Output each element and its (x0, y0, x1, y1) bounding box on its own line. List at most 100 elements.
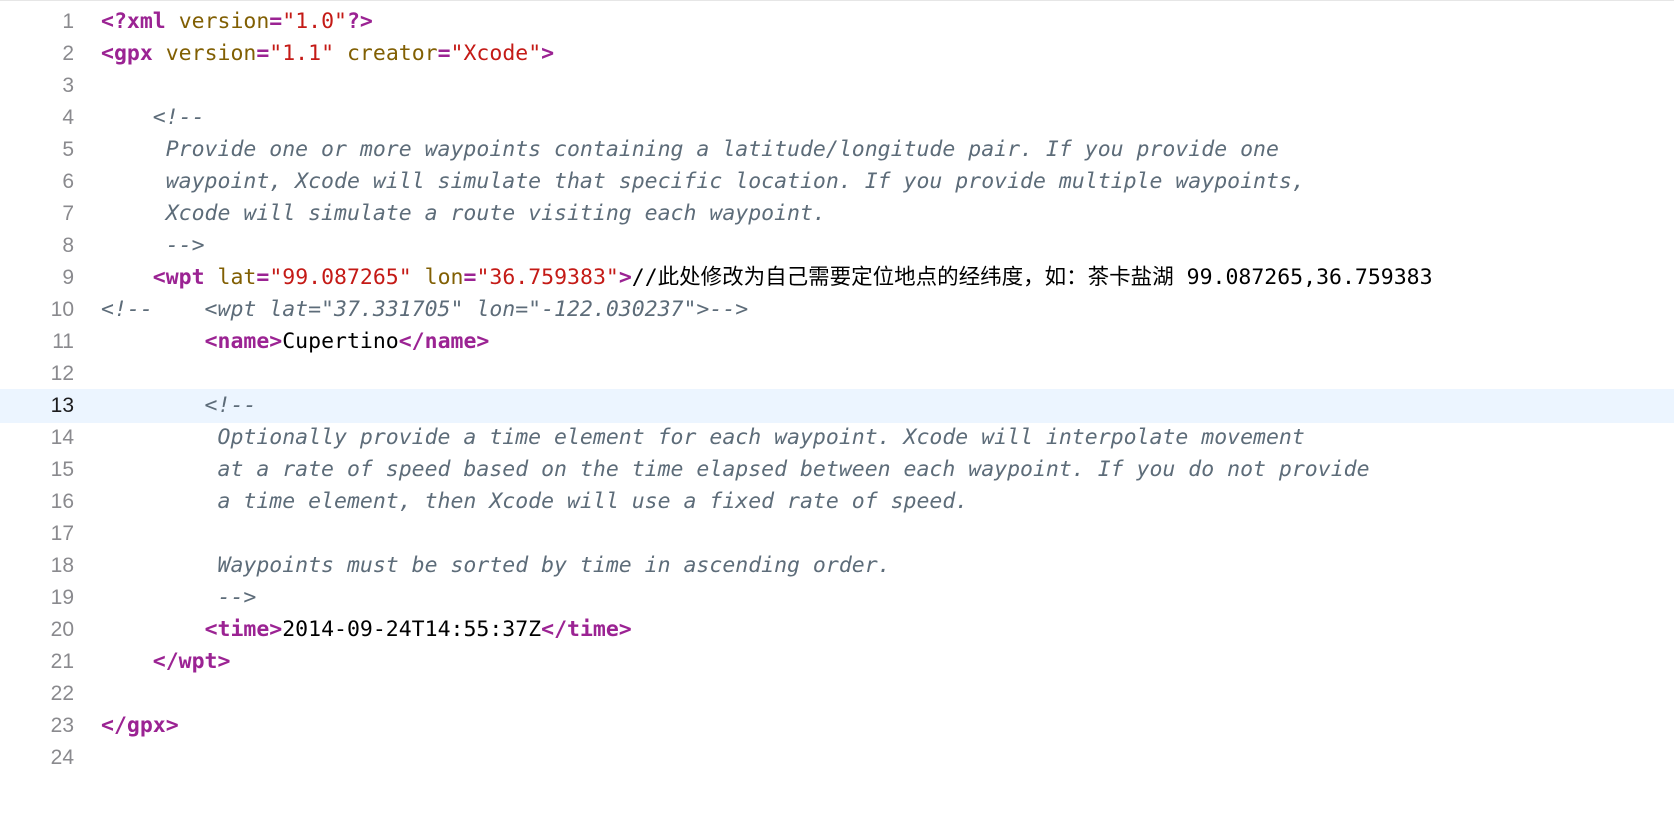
token-tag: ?> (346, 9, 373, 34)
code-text: --> (101, 581, 256, 615)
code-text: <name>Cupertino</name> (101, 325, 490, 359)
code-line[interactable]: 21 </wpt> (0, 645, 1674, 679)
code-line[interactable]: 4 <!-- (0, 101, 1674, 135)
token-tag: </name> (398, 329, 490, 354)
token-attr: version (178, 9, 270, 34)
code-text: Optionally provide a time element for ea… (101, 421, 1305, 455)
line-number: 16 (50, 490, 74, 513)
line-number: 9 (62, 266, 74, 289)
line-number: 14 (50, 426, 74, 449)
current-code-line[interactable]: 13 <!-- (0, 389, 1674, 423)
token-tag: </wpt> (152, 649, 231, 674)
token-str: "1.1" (269, 41, 335, 66)
line-number: 17 (50, 522, 74, 545)
code-text: <!-- <wpt lat="37.331705" lon="-122.0302… (101, 293, 748, 327)
token-cmt: a time element, then Xcode will use a fi… (101, 489, 969, 514)
token-cmt: --> (101, 233, 205, 258)
token-attr: lat (217, 265, 257, 290)
token-cmt: --> (101, 585, 257, 610)
code-line[interactable]: 23 </gpx> (0, 709, 1674, 743)
line-number: 11 (52, 330, 74, 353)
token-cmt: Xcode will simulate a route visiting eac… (101, 201, 826, 226)
line-number: 6 (62, 170, 74, 193)
token-tag: <?xml (101, 9, 166, 34)
code-line[interactable]: 3 (0, 69, 1674, 103)
code-line[interactable]: 15 at a rate of speed based on the time … (0, 453, 1674, 487)
code-text: </gpx> (101, 709, 179, 743)
code-line[interactable]: 20 <time>2014-09-24T14:55:37Z</time> (0, 613, 1674, 647)
token-cmt: Provide one or more waypoints containing… (101, 137, 1279, 162)
code-text: at a rate of speed based on the time ela… (101, 453, 1370, 487)
line-number: 5 (62, 138, 74, 161)
token-attr: lon (424, 265, 464, 290)
code-line[interactable]: 5 Provide one or more waypoints containi… (0, 133, 1674, 167)
line-number: 4 (62, 106, 74, 129)
token-cmt: waypoint, Xcode will simulate that speci… (101, 169, 1305, 194)
line-number: 2 (62, 42, 74, 65)
code-line[interactable]: 11 <name>Cupertino</name> (0, 325, 1674, 359)
token-cmt: <!-- <wpt lat="37.331705" lon="-122.0302… (101, 297, 749, 322)
code-text: --> (101, 229, 205, 263)
token-tag: > (618, 265, 632, 290)
line-number: 12 (50, 362, 74, 385)
code-line[interactable]: 16 a time element, then Xcode will use a… (0, 485, 1674, 519)
token-str: "99.087265" (269, 265, 412, 290)
token-cmt: Waypoints must be sorted by time in asce… (101, 553, 891, 578)
code-text: <time>2014-09-24T14:55:37Z</time> (101, 613, 632, 647)
line-number: 22 (50, 682, 74, 705)
code-line[interactable]: 10 <!-- <wpt lat="37.331705" lon="-122.03… (0, 293, 1674, 327)
code-line[interactable]: 2 <gpx version="1.1" creator="Xcode"> (0, 37, 1674, 71)
line-number: 8 (62, 234, 74, 257)
token-tag: > (541, 41, 555, 66)
code-line[interactable]: 7 Xcode will simulate a route visiting e… (0, 197, 1674, 231)
line-number: 18 (50, 554, 74, 577)
code-line[interactable]: 19 --> (0, 581, 1674, 615)
code-line[interactable]: 8 --> (0, 229, 1674, 263)
code-text: Xcode will simulate a route visiting eac… (101, 197, 826, 231)
token-cmt: <!-- (101, 393, 257, 418)
token-tag: = (437, 41, 451, 66)
line-number: 20 (50, 618, 74, 641)
line-number: 24 (50, 746, 74, 769)
code-line[interactable]: 6 waypoint, Xcode will simulate that spe… (0, 165, 1674, 199)
code-text: </wpt> (101, 645, 231, 679)
token-tag: <time> (204, 617, 283, 642)
token-str: "1.0" (282, 9, 347, 34)
code-line[interactable]: 14 Optionally provide a time element for… (0, 421, 1674, 455)
code-line[interactable]: 17 (0, 517, 1674, 551)
token-str: "36.759383" (476, 265, 619, 290)
code-text: <wpt lat="99.087265" lon="36.759383">//此… (101, 261, 1433, 295)
token-tag: = (269, 9, 283, 34)
code-line[interactable]: 12 (0, 357, 1674, 391)
code-line[interactable]: 22 (0, 677, 1674, 711)
token-cmt: <!-- (101, 105, 205, 130)
token-tag: = (256, 41, 270, 66)
line-number: 19 (50, 586, 74, 609)
code-line[interactable]: 18 Waypoints must be sorted by time in a… (0, 549, 1674, 583)
code-text: <?xml version="1.0"?> (101, 5, 373, 39)
code-line[interactable]: 24 (0, 741, 1674, 775)
code-line[interactable]: 9 <wpt lat="99.087265" lon="36.759383">/… (0, 261, 1674, 295)
token-tag: </gpx> (101, 713, 179, 738)
code-text: Waypoints must be sorted by time in asce… (101, 549, 891, 583)
code-text: waypoint, Xcode will simulate that speci… (101, 165, 1305, 199)
token-cmt: Optionally provide a time element for ea… (101, 425, 1305, 450)
line-number: 3 (62, 74, 74, 97)
token-cmt: at a rate of speed based on the time ela… (101, 457, 1370, 482)
line-number: 1 (62, 10, 74, 33)
line-number: 23 (50, 714, 74, 737)
code-editor[interactable]: 1 <?xml version="1.0"?> 2 <gpx version="1.1… (0, 0, 1674, 837)
code-line[interactable]: 1 <?xml version="1.0"?> (0, 5, 1674, 39)
token-str: "Xcode" (450, 41, 542, 66)
token-plain: Cupertino (282, 329, 399, 354)
code-text: <!-- (101, 389, 257, 423)
token-tag: <name> (204, 329, 283, 354)
code-text: <gpx version="1.1" creator="Xcode"> (101, 37, 554, 71)
token-attr: version (165, 41, 257, 66)
